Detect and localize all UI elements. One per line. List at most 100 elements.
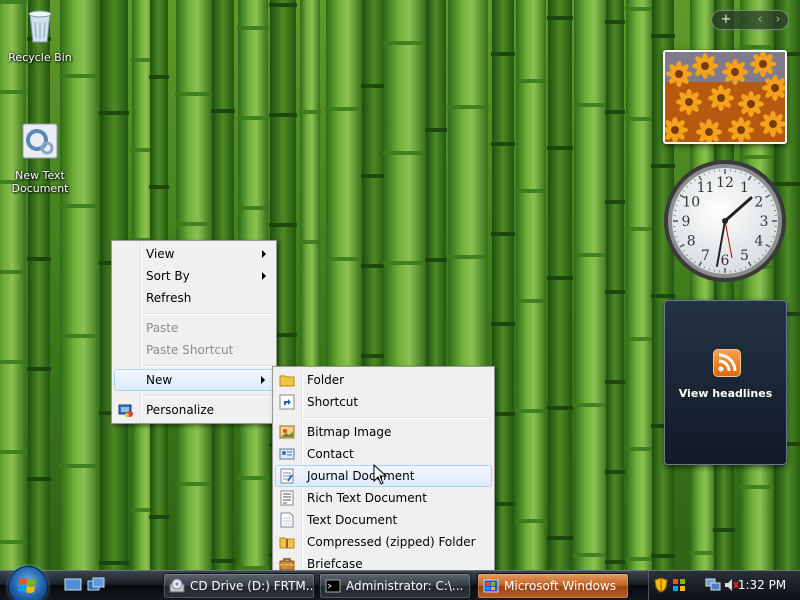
menu-item-label: Paste Shortcut [146,343,234,357]
bamboo-node [515,299,547,303]
bamboo-stalk [626,0,654,570]
previous-gadget-icon[interactable]: ‹ [750,12,770,29]
bamboo-node [299,240,321,244]
bamboo-node [149,75,169,79]
contact-icon [279,448,295,460]
bamboo-node [59,74,101,78]
menu-item-label: Briefcase [307,557,363,571]
show-desktop-icon[interactable] [64,577,82,593]
new-item-text-document[interactable]: Text Document [275,509,492,531]
slideshow-gadget[interactable] [663,50,787,144]
bamboo-node [605,20,625,24]
bamboo-node [99,111,129,115]
taskbar-button-label: CD Drive (D:) FRTM... [190,579,315,593]
bamboo-node [491,232,515,236]
security-shield-icon[interactable] [653,577,669,593]
bamboo-node [237,116,269,120]
next-gadget-icon[interactable]: › [768,12,788,29]
clock-gadget[interactable]: 12 12 3 45678 9 1011 [662,158,788,284]
bamboo-node [269,3,297,7]
taskbar-clock[interactable]: 1:32 PM [737,571,787,600]
new-text-document-desktop-icon[interactable]: New Text Document [0,122,80,195]
taskbar-button-cd-drive[interactable]: CD Drive (D:) FRTM... [163,573,315,599]
bamboo-node [269,223,297,227]
bamboo-node [573,253,609,257]
bamboo-node [0,450,27,454]
flower-center [747,100,755,108]
bamboo-node [491,322,515,326]
mouse-cursor-icon [373,464,387,485]
add-gadget-icon[interactable]: + [716,12,736,29]
new-item-shortcut[interactable]: Shortcut [275,391,492,413]
bamboo-node [651,294,675,298]
bamboo-node [149,515,169,519]
bamboo-stalk [492,0,514,570]
flower-center [759,60,767,68]
folder-icon [279,375,295,387]
bamboo-node [625,7,655,11]
new-item-bitmap-image[interactable]: Bitmap Image [275,421,492,443]
bamboo-node [237,26,269,30]
taskbar-button-command-prompt[interactable]: Administrator: C:\... [319,573,471,599]
menu-item-label: View [146,247,175,261]
menu-item-label: Contact [307,447,354,461]
bamboo-stalk [574,0,608,570]
view-headlines-link[interactable]: View headlines [665,387,786,400]
bamboo-node [361,84,387,88]
new-item-compressed-folder[interactable]: Compressed (zipped) Folder [275,531,492,553]
network-icon[interactable] [705,577,721,593]
new-item-contact[interactable]: Contact [275,443,492,465]
menu-item-paste-shortcut: Paste Shortcut [114,339,274,361]
menu-item-sort-by[interactable]: Sort By [114,265,274,287]
bamboo-node [299,110,321,114]
flower-center [701,62,709,70]
bamboo-node [651,554,675,558]
bamboo-node [361,174,387,178]
clock-numeral: 2 [754,195,763,211]
bamboo-node [447,255,489,259]
menu-item-label: Journal Document [307,469,415,483]
menu-separator [142,395,274,397]
submenu-arrow-icon [262,250,266,258]
bamboo-node [605,290,625,294]
start-button[interactable] [8,566,48,600]
menu-item-new[interactable]: New [114,369,274,391]
clock-numeral: 3 [760,214,769,230]
menu-item-view[interactable]: View [114,243,274,265]
clock-numeral: 7 [701,248,710,264]
new-item-rich-text-document[interactable]: Rich Text Document [275,487,492,509]
windows-update-icon[interactable] [671,577,687,593]
clock-numeral: 1 [740,180,749,196]
bamboo-stalk [60,0,100,570]
menu-separator [303,417,492,419]
flower-center [705,128,713,136]
flower-center [717,94,725,102]
recycle-bin-label: Recycle Bin [8,51,72,64]
clock-numeral: 11 [697,180,715,196]
feed-headlines-gadget[interactable]: View headlines [664,300,787,465]
switch-windows-icon[interactable] [87,577,105,593]
bamboo-node [59,204,101,208]
menu-item-refresh[interactable]: Refresh [114,287,274,309]
taskbar-button-microsoft-windows[interactable]: Microsoft Windows [477,573,629,599]
bamboo-node [237,476,269,480]
flower-center [769,120,777,128]
menu-item-personalize[interactable]: Personalize [114,399,274,421]
recycle-bin-desktop-icon[interactable]: Recycle Bin [0,4,80,64]
clock-numeral: 5 [740,248,749,264]
desktop-context-menu: View Sort By Refresh Paste Paste Shortcu… [111,240,277,424]
taskbar-button-label: Administrator: C:\... [346,579,464,593]
bamboo-node [325,107,363,111]
taskbar: CD Drive (D:) FRTM... Administrator: C:\… [0,566,800,600]
bamboo-node [713,528,735,532]
bamboo-node [651,34,675,38]
zipped-folder-icon [279,537,295,549]
bamboo-node [491,52,515,56]
menu-item-label: Compressed (zipped) Folder [307,535,476,549]
bamboo-node [573,403,609,407]
new-item-folder[interactable]: Folder [275,369,492,391]
bamboo-node [27,367,51,371]
bamboo-node [625,447,655,451]
bamboo-node [547,276,573,280]
clock-numeral: 10 [682,195,700,211]
